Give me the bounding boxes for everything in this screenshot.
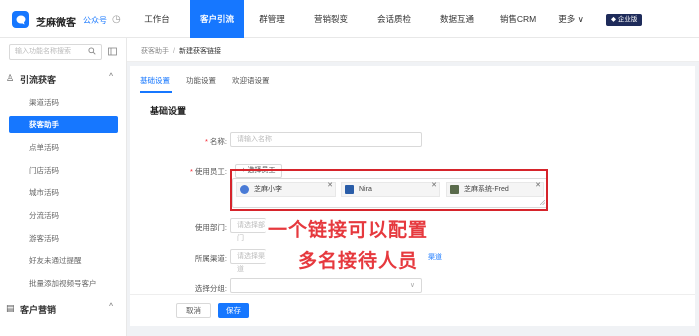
nav-group-management[interactable]: 群管理 xyxy=(248,0,296,38)
chevron-up-icon: ^ xyxy=(109,73,114,80)
sidebar-item-city-code[interactable]: 城市活码 xyxy=(29,187,59,198)
sidebar-item-visitor-code[interactable]: 游客活码 xyxy=(29,233,59,244)
group-label: 选择分组: xyxy=(194,284,227,293)
tab-welcome-settings[interactable]: 欢迎语设置 xyxy=(232,75,270,86)
cancel-button[interactable]: 取消 xyxy=(176,303,211,318)
staff-label: * 使用员工: xyxy=(189,167,227,176)
breadcrumb-bar: 获客助手 / 新建获客链接 xyxy=(127,38,699,62)
chevron-down-icon: ∨ xyxy=(409,282,415,289)
breadcrumb: 获客助手 / 新建获客链接 xyxy=(141,46,221,56)
tab-feature-settings[interactable]: 功能设置 xyxy=(186,75,216,86)
sidebar-group-lead-generation[interactable]: ♙ 引流获客 ^ xyxy=(0,70,127,88)
sidebar-item-friend-reminder[interactable]: 好友未通过提醒 xyxy=(29,255,82,266)
channel-select[interactable]: 请选择渠道 xyxy=(230,249,266,273)
annotation-line2: 多名接待人员 xyxy=(298,250,419,272)
enterprise-badge-label: 企业版 xyxy=(617,16,638,23)
nav-marketing-fission[interactable]: 营销裂变 xyxy=(305,0,357,38)
tab-basic-settings[interactable]: 基础设置 xyxy=(140,75,170,86)
group-select[interactable]: ∨ xyxy=(230,278,422,293)
brand-name: 芝麻微客 xyxy=(36,18,76,29)
nav-workbench[interactable]: 工作台 xyxy=(132,0,182,38)
document-icon: ▤ xyxy=(6,303,15,313)
channel-label: 所属渠道: xyxy=(194,254,227,263)
sidebar: 输入功能名称搜索 ♙ 引流获客 ^ 渠道活码 获客助手 点单活码 门店活码 城市… xyxy=(0,38,127,336)
breadcrumb-separator: / xyxy=(173,48,175,55)
enterprise-badge: ◆ 企业版 xyxy=(606,14,643,26)
breadcrumb-parent-link[interactable]: 获客助手 xyxy=(141,48,169,55)
save-button[interactable]: 保存 xyxy=(218,303,249,318)
sidebar-item-channel-code[interactable]: 渠道活码 xyxy=(29,97,59,108)
users-icon: ♙ xyxy=(6,73,15,83)
sidebar-item-acquisition-assistant[interactable]: 获客助手 xyxy=(9,116,118,133)
sidebar-group-label: 客户营销 xyxy=(20,305,57,315)
nav-customer-acquisition[interactable]: 客户引流 xyxy=(190,0,244,38)
collapse-sidebar-icon[interactable] xyxy=(108,47,117,56)
search-icon[interactable] xyxy=(88,47,96,55)
sidebar-group-label: 引流获客 xyxy=(20,75,57,85)
nav-session-inspection[interactable]: 会话质检 xyxy=(368,0,420,38)
nav-sales-crm[interactable]: 销售CRM xyxy=(492,0,544,38)
section-title: 基础设置 xyxy=(150,106,187,116)
annotation-line1: 一个链接可以配置 xyxy=(268,219,429,241)
annotation-highlight-box xyxy=(230,169,548,211)
dept-label: 使用部门: xyxy=(194,223,227,232)
name-input[interactable]: 请输入名称 xyxy=(230,132,422,147)
nav-data-interop[interactable]: 数据互通 xyxy=(431,0,483,38)
active-tab-indicator xyxy=(140,91,172,93)
chevron-up-icon: ^ xyxy=(109,303,114,310)
top-bar: 芝麻微客 公众号 ◷ 工作台 客户引流 群管理 营销裂变 会话质检 数据互通 销… xyxy=(0,0,699,38)
dept-select[interactable]: 请选择部门 xyxy=(230,218,266,242)
name-label-text: 名称: xyxy=(209,137,227,146)
clock-icon[interactable]: ◷ xyxy=(112,14,121,25)
sidebar-group-customer-marketing[interactable]: ▤ 客户营销 ^ xyxy=(0,300,127,318)
channel-link[interactable]: 渠道 xyxy=(428,252,442,262)
sidebar-item-video-customers[interactable]: 批量添加视频号客户 xyxy=(29,278,97,289)
brand-logo-icon[interactable] xyxy=(12,11,29,28)
form-footer: 取消 保存 xyxy=(130,294,695,326)
name-label: * 名称: xyxy=(204,137,227,146)
nav-more-dropdown[interactable]: 更多 ∨ xyxy=(553,0,589,38)
sidebar-item-store-code[interactable]: 门店活码 xyxy=(29,165,59,176)
sidebar-item-diversion-code[interactable]: 分流活码 xyxy=(29,210,59,221)
breadcrumb-current: 新建获客链接 xyxy=(178,48,221,55)
official-account-link[interactable]: 公众号 xyxy=(83,15,107,26)
staff-label-text: 使用员工: xyxy=(194,167,227,176)
sidebar-item-order-code[interactable]: 点单活码 xyxy=(29,142,59,153)
